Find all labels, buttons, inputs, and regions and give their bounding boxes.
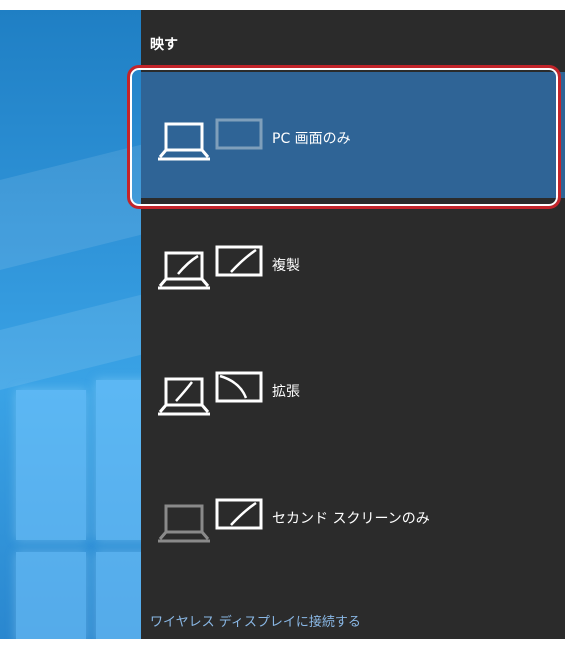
option-label: 複製 [272, 258, 300, 274]
option-label: 拡張 [272, 384, 300, 400]
panel-title: 映す [150, 37, 178, 53]
windows-logo-pane [16, 552, 86, 639]
extend-icon [156, 370, 266, 422]
windows-logo-pane [16, 390, 86, 540]
duplicate-icon [156, 244, 266, 296]
windows-logo-pane [96, 552, 141, 639]
option-duplicate[interactable]: 複製 [141, 199, 565, 325]
selection-highlight-ring [127, 65, 561, 209]
windows-logo-pane [96, 380, 141, 540]
option-second-screen-only[interactable]: セカンド スクリーンのみ [141, 452, 565, 578]
option-extend[interactable]: 拡張 [141, 325, 565, 451]
option-label: セカンド スクリーンのみ [272, 511, 430, 527]
screen: 映す PC 画面のみ 複製 拡張 セカンド スクリーンのみ ワイヤレス ディスプ… [0, 0, 565, 669]
second-screen-only-icon [156, 497, 266, 549]
connect-wireless-display-link[interactable]: ワイヤレス ディスプレイに接続する [150, 611, 361, 630]
desktop-wallpaper [0, 10, 141, 639]
